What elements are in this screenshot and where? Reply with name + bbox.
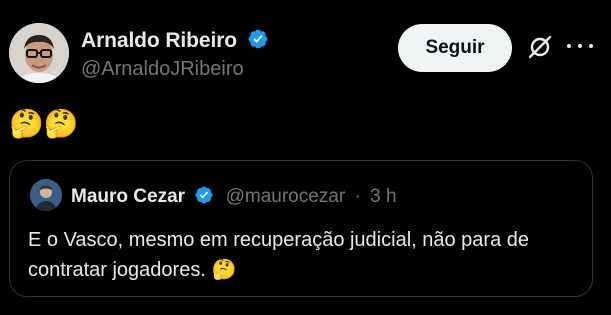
quoted-header: Mauro Cezar @maurocezar · 3 h	[71, 185, 397, 211]
author-name-row[interactable]: Arnaldo Ribeiro	[81, 28, 269, 56]
quoted-timestamp: 3 h	[370, 186, 397, 207]
quoted-separator: ·	[354, 186, 361, 207]
quoted-author-handle: @maurocezar	[225, 186, 346, 207]
quoted-author-name: Mauro Cezar	[71, 186, 186, 207]
grok-icon[interactable]	[527, 34, 553, 65]
verified-badge-icon[interactable]	[247, 28, 269, 56]
author-handle[interactable]: @ArnaldoJRibeiro	[81, 58, 244, 81]
quoted-tweet[interactable]: Mauro Cezar @maurocezar · 3 h E o Vasco,…	[9, 160, 593, 297]
follow-button[interactable]: Seguir	[398, 24, 512, 72]
quoted-tweet-text: E o Vasco, mesmo em recuperação judicial…	[28, 229, 530, 281]
more-icon[interactable]	[567, 36, 593, 56]
author-name[interactable]: Arnaldo Ribeiro	[81, 29, 237, 52]
verified-badge-icon	[194, 185, 214, 211]
author-avatar[interactable]	[9, 23, 69, 83]
quoted-author-avatar	[30, 179, 62, 211]
tweet-text: 🤔🤔	[9, 107, 79, 140]
